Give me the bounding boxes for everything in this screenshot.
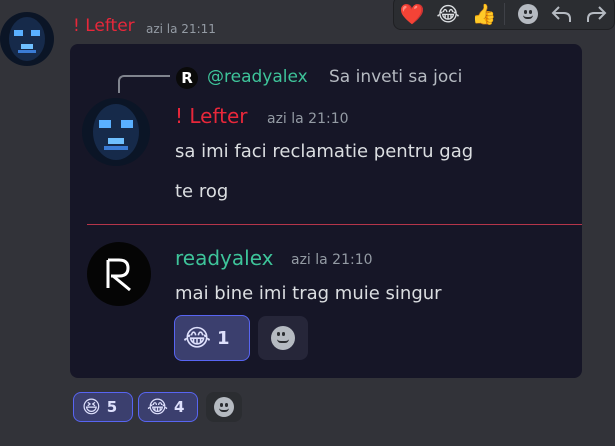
reply-author-name[interactable]: readyalex (175, 246, 273, 270)
reply-button[interactable] (548, 1, 576, 27)
reply-message-text: mai bine imi trag muie singur (175, 283, 442, 304)
joy-emoji-icon: 😂 (147, 396, 169, 418)
quoted-message-line-1: sa imi faci reclamatie pentru gag (175, 141, 474, 162)
thumbs-up-reaction-button[interactable]: 👍 (470, 1, 498, 27)
reply-timestamp: azi la 21:10 (291, 252, 373, 268)
message-toolbar: ❤️ 😂 👍 (393, 0, 615, 30)
reply-mention[interactable]: @readyalex (207, 67, 308, 87)
toolbar-divider (504, 3, 505, 25)
forward-icon (587, 6, 607, 22)
r-logo-icon (106, 258, 131, 292)
inner-joy-reaction[interactable]: 😂 1 (174, 315, 250, 361)
reply-mini-avatar: R (176, 67, 198, 89)
joy-reaction-button[interactable]: 😂 (434, 1, 462, 27)
inner-add-reaction-button[interactable] (258, 316, 308, 360)
heart-reaction-button[interactable]: ❤️ (398, 1, 426, 27)
timestamp: azi la 21:11 (146, 22, 216, 36)
laughing-emoji-icon: 😆 (82, 396, 101, 418)
reply-author-avatar[interactable] (87, 242, 151, 306)
forward-button[interactable] (582, 1, 610, 27)
smiley-icon (214, 397, 234, 417)
reaction-count: 1 (217, 327, 230, 349)
joy-reaction[interactable]: 😂 4 (138, 392, 198, 422)
author-name[interactable]: ! Lefter (73, 16, 135, 36)
mask-avatar-image (82, 98, 150, 166)
reply-spine (118, 75, 170, 93)
quoted-timestamp: azi la 21:10 (267, 111, 349, 127)
quoted-message-line-2: te rog (175, 181, 229, 202)
reaction-count: 4 (174, 398, 185, 416)
author-avatar[interactable] (0, 12, 54, 66)
new-messages-divider (87, 224, 582, 225)
reply-icon (551, 6, 571, 22)
laughing-reaction[interactable]: 😆 5 (73, 392, 133, 422)
add-reaction-button[interactable] (206, 392, 242, 422)
add-reaction-button[interactable] (514, 1, 542, 27)
reply-preview-text[interactable]: Sa inveti sa joci (329, 67, 462, 87)
quoted-author-name[interactable]: ! Lefter (175, 104, 248, 128)
smiley-icon (271, 326, 295, 350)
smiley-icon (518, 4, 538, 24)
mask-avatar-image (0, 12, 54, 66)
reaction-count: 5 (106, 398, 118, 416)
quoted-author-avatar[interactable] (82, 98, 150, 166)
joy-emoji-icon: 😂 (183, 324, 212, 352)
embedded-screenshot (70, 44, 582, 378)
